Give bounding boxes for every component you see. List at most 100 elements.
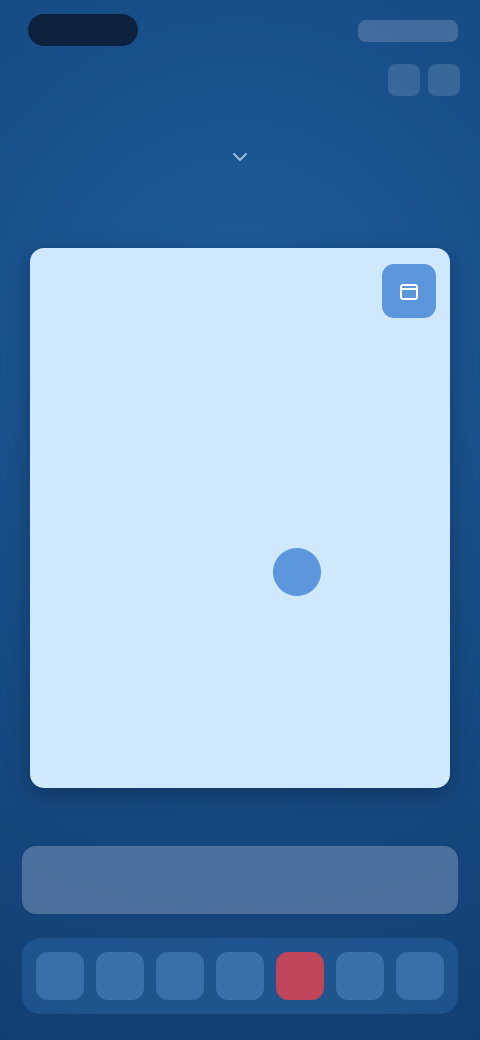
day-cell[interactable]: [381, 656, 438, 712]
app-dock: [22, 938, 458, 1014]
calendar-card: [30, 248, 450, 788]
day-number: [386, 604, 434, 652]
day-cell[interactable]: [155, 432, 212, 488]
day-cell[interactable]: [325, 432, 382, 488]
dock-app[interactable]: [96, 952, 144, 1000]
day-number: [216, 436, 264, 484]
dock-app[interactable]: [396, 952, 444, 1000]
day-number: [103, 660, 151, 708]
day-cell[interactable]: [99, 432, 156, 488]
day-cell[interactable]: [381, 488, 438, 544]
dock-app[interactable]: [216, 952, 264, 1000]
calendar-title: [58, 274, 378, 314]
day-cell[interactable]: [325, 600, 382, 656]
day-number: [46, 492, 94, 540]
day-number: [386, 492, 434, 540]
weekday-label: [155, 392, 212, 414]
day-cell-selected[interactable]: [268, 544, 325, 600]
day-cell[interactable]: [99, 712, 156, 768]
day-number: [273, 492, 321, 540]
day-number: [272, 548, 321, 596]
weekday-label: [212, 392, 269, 414]
day-cell[interactable]: [42, 656, 99, 712]
day-cell[interactable]: [325, 544, 382, 600]
day-cell[interactable]: [381, 432, 438, 488]
day-cell[interactable]: [155, 600, 212, 656]
quick-actions-bar[interactable]: [22, 846, 458, 914]
day-number: [273, 660, 321, 708]
day-number: [46, 716, 94, 764]
day-cell[interactable]: [268, 600, 325, 656]
day-cell[interactable]: [212, 432, 269, 488]
weekday-label: [268, 392, 325, 414]
day-number: [329, 548, 377, 596]
day-cell[interactable]: [155, 544, 212, 600]
day-cell[interactable]: [99, 656, 156, 712]
day-number: [46, 548, 94, 596]
day-cell[interactable]: [42, 712, 99, 768]
weekday-label: [325, 392, 382, 414]
day-cell[interactable]: [325, 656, 382, 712]
status-icons: [358, 20, 458, 42]
header: [20, 64, 460, 124]
header-action-button[interactable]: [428, 64, 460, 96]
day-number: [329, 604, 377, 652]
day-cell[interactable]: [268, 488, 325, 544]
day-number: [46, 436, 94, 484]
day-number: [103, 436, 151, 484]
day-number: [159, 660, 207, 708]
day-cell[interactable]: [212, 656, 269, 712]
day-cell[interactable]: [268, 432, 325, 488]
day-cell[interactable]: [155, 488, 212, 544]
day-cell[interactable]: [99, 488, 156, 544]
day-number: [103, 604, 151, 652]
status-bar: [0, 0, 480, 64]
collapse-toggle[interactable]: [220, 136, 260, 176]
day-number: [386, 436, 434, 484]
day-number: [216, 660, 264, 708]
day-cell[interactable]: [42, 432, 99, 488]
day-cell[interactable]: [212, 488, 269, 544]
today-button[interactable]: [382, 264, 436, 318]
dock-app[interactable]: [336, 952, 384, 1000]
day-number: [216, 492, 264, 540]
day-number: [46, 660, 94, 708]
header-subtitle: [20, 110, 140, 124]
day-cell[interactable]: [42, 544, 99, 600]
month-label: [30, 344, 450, 370]
day-cell[interactable]: [99, 600, 156, 656]
day-cell[interactable]: [42, 488, 99, 544]
day-cell[interactable]: [381, 600, 438, 656]
day-cell[interactable]: [99, 544, 156, 600]
dock-app[interactable]: [156, 952, 204, 1000]
day-cell[interactable]: [155, 656, 212, 712]
day-cell[interactable]: [42, 600, 99, 656]
day-cell[interactable]: [325, 488, 382, 544]
day-number: [329, 492, 377, 540]
day-number: [159, 492, 207, 540]
calendar-icon: [400, 284, 418, 300]
day-number: [273, 604, 321, 652]
day-number: [216, 548, 264, 596]
day-number: [103, 716, 151, 764]
day-number: [273, 436, 321, 484]
day-cell[interactable]: [381, 544, 438, 600]
day-number: [159, 604, 207, 652]
day-cell[interactable]: [268, 656, 325, 712]
dock-app[interactable]: [36, 952, 84, 1000]
day-number: [103, 548, 151, 596]
day-number: [159, 436, 207, 484]
weekday-label: [42, 392, 99, 414]
days-grid: [42, 432, 438, 772]
day-number: [329, 660, 377, 708]
day-cell[interactable]: [212, 544, 269, 600]
day-number: [46, 604, 94, 652]
status-time: [28, 14, 138, 46]
day-cell[interactable]: [212, 600, 269, 656]
dock-app-alert[interactable]: [276, 952, 324, 1000]
weekday-label: [99, 392, 156, 414]
day-number: [159, 548, 207, 596]
day-number: [329, 436, 377, 484]
header-action-button[interactable]: [388, 64, 420, 96]
day-number: [386, 548, 434, 596]
